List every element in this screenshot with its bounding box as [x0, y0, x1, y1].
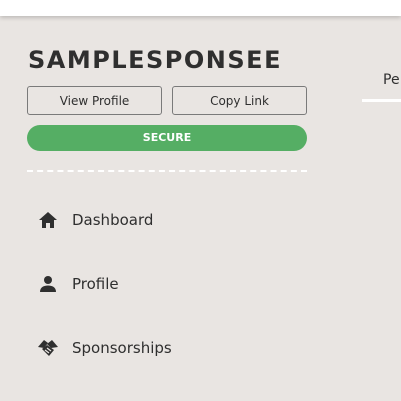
username-heading: SAMPLESPONSEE: [28, 46, 282, 74]
tab-bar: Pe: [362, 60, 401, 104]
person-icon: [37, 273, 59, 295]
home-icon: [37, 209, 59, 231]
sidebar-item-profile[interactable]: Profile: [27, 264, 307, 304]
sidebar-item-sponsorships[interactable]: Sponsorships: [27, 328, 307, 368]
top-bar: [0, 0, 401, 16]
sidebar-item-dashboard[interactable]: Dashboard: [27, 200, 307, 240]
divider: [27, 170, 307, 172]
sidebar-item-label: Dashboard: [72, 211, 154, 229]
view-profile-button[interactable]: View Profile: [27, 86, 162, 115]
sidebar-item-label: Sponsorships: [72, 339, 172, 357]
sidebar-item-label: Profile: [72, 275, 119, 293]
tab-label[interactable]: Pe: [383, 72, 400, 88]
status-badge: SECURE: [27, 125, 307, 151]
active-tab-indicator: [362, 99, 401, 102]
copy-link-button[interactable]: Copy Link: [172, 86, 307, 115]
handshake-icon: [37, 337, 59, 359]
